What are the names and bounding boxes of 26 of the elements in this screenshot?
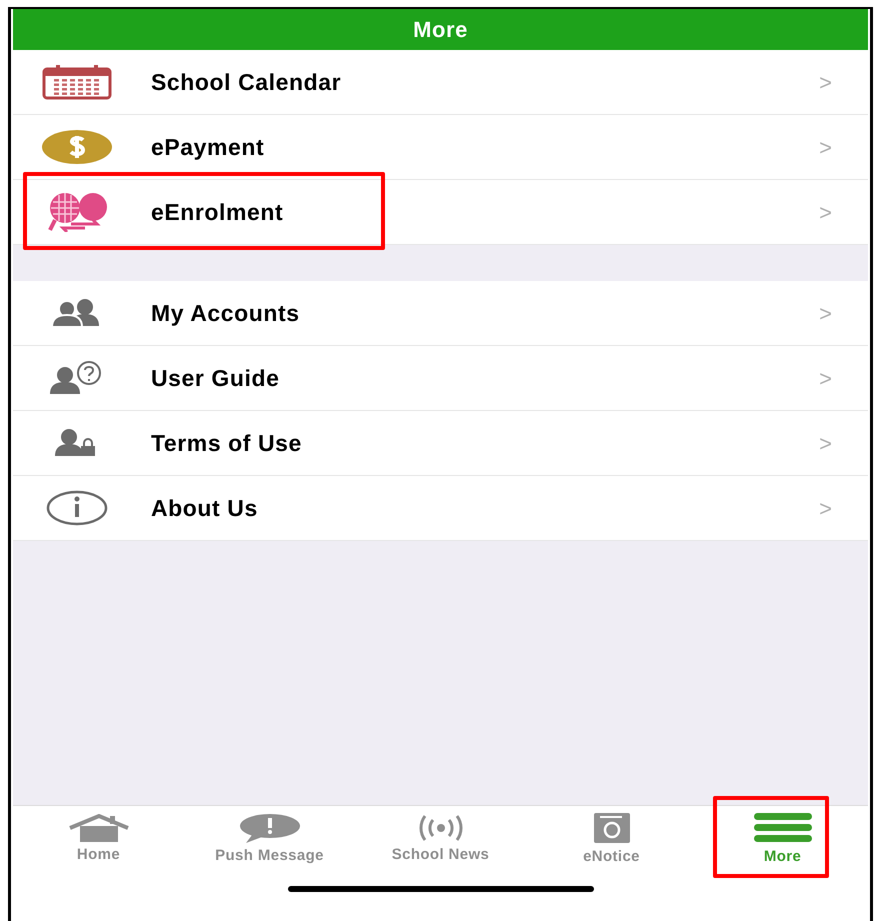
header-title: More [413,16,468,44]
menu-item-label: eEnrolment [151,198,284,227]
notice-icon [592,812,632,844]
chevron-text: > [819,430,832,458]
menu-item-label: School Calendar [151,68,342,97]
tab-label: Push Message [215,846,324,866]
menu-item-label: My Accounts [151,298,300,328]
menu-item-label: Terms of Use [151,428,302,458]
menu-item-label: ePayment [151,132,264,162]
calendar-icon [42,64,112,100]
chevron-text: > [819,494,832,522]
menu-item-label: User Guide [151,364,280,393]
chevron-text: > [819,300,832,328]
speech-bubble-icon [238,813,302,844]
tab-label: Home [76,845,120,866]
tab-label: School News [392,845,490,866]
menu-item-label: About Us [151,494,258,523]
menu-icon [752,812,814,844]
chevron-text: > [819,68,832,96]
chevron-text: > [819,364,832,392]
tab-label: More [764,847,802,868]
tab-label: eNotice [583,847,640,868]
info-icon [45,490,109,526]
chevron-text: > [819,198,832,226]
chevron-text: > [819,134,832,162]
dollar-coin-icon [41,129,113,165]
